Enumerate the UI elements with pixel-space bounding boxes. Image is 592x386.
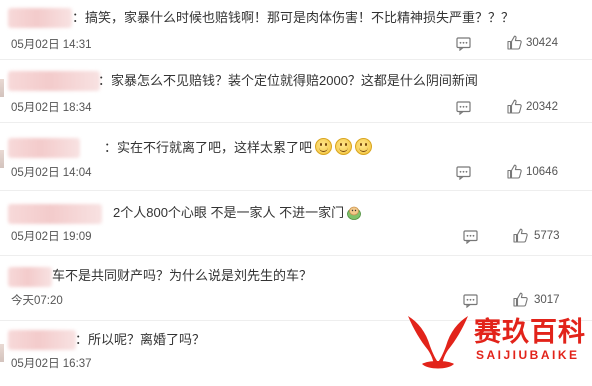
comment-text: ：所以呢？离婚了吗？ — [75, 332, 206, 347]
comment-item: ：家暴怎么不见赔钱？装个定位就得赔2000？这都是什么阴间新闻 05月02日 1… — [0, 65, 592, 125]
comment-bubble-icon[interactable] — [456, 101, 471, 115]
blurred-username[interactable] — [8, 204, 102, 224]
comment-time: 05月02日 16:37 — [11, 358, 92, 370]
comment-bubble-icon[interactable] — [456, 166, 471, 180]
comment-time: 05月02日 18:34 — [11, 102, 92, 114]
thumbs-up-icon[interactable] — [507, 164, 522, 179]
comment-time: 05月02日 14:04 — [11, 167, 92, 179]
blurred-username[interactable] — [8, 267, 52, 287]
like-count: 20342 — [526, 101, 558, 113]
pig-emoji-icon — [347, 206, 362, 220]
smile-emoji-icon — [355, 138, 373, 155]
comment-time: 05月02日 19:09 — [11, 231, 92, 243]
blurred-username[interactable] — [8, 71, 100, 91]
whale-tail-logo-icon — [408, 316, 468, 369]
comment-bubble-icon[interactable] — [456, 37, 471, 51]
comment-item: ：搞笑，家暴什么时候也赔钱啊！那可是肉体伤害！不比精神损失严重？？？ 05月02… — [0, 0, 592, 60]
comment-text: ：搞笑，家暴什么时候也赔钱啊！那可是肉体伤害！不比精神损失严重？？？ — [72, 10, 515, 25]
divider — [0, 255, 592, 256]
thumbs-up-icon[interactable] — [507, 99, 522, 114]
comment-text-content: ：实在不行就离了吧，这样太累了吧 — [104, 140, 313, 155]
comment-text-content: 2个人800个心眼 不是一家人 不进一家门 — [113, 205, 345, 220]
avatar[interactable] — [0, 344, 4, 362]
comment-text: ：实在不行就离了吧，这样太累了吧 — [104, 138, 373, 157]
comment-time: 05月02日 14:31 — [11, 39, 92, 51]
comment-text: 2个人800个心眼 不是一家人 不进一家门 — [113, 204, 362, 222]
smile-emoji-icon — [315, 138, 333, 155]
avatar[interactable] — [0, 79, 4, 97]
like-count: 30424 — [526, 37, 558, 49]
like-count: 5773 — [534, 230, 560, 242]
thumbs-up-icon[interactable] — [513, 228, 528, 243]
thumbs-up-icon[interactable] — [507, 35, 522, 50]
watermark-logo: 赛玖百科 SAIJIUBAIKE — [402, 298, 592, 379]
like-count: 10646 — [526, 166, 558, 178]
comment-text: 车不是共同财产吗？为什么说是刘先生的车？ — [52, 268, 313, 283]
watermark-subtitle: SAIJIUBAIKE — [476, 348, 580, 362]
blurred-username[interactable] — [8, 138, 80, 158]
blurred-username[interactable] — [8, 8, 72, 28]
blurred-username[interactable] — [8, 330, 76, 350]
comment-bubble-icon[interactable] — [463, 230, 478, 244]
avatar[interactable] — [0, 150, 4, 168]
divider — [0, 59, 592, 60]
divider — [0, 122, 592, 123]
comment-time: 今天07:20 — [11, 295, 63, 307]
comment-item: ：实在不行就离了吧，这样太累了吧 05月02日 14:04 10646 — [0, 130, 592, 191]
comment-item: 2个人800个心眼 不是一家人 不进一家门 05月02日 19:09 5773 — [0, 196, 592, 256]
comment-text: ：家暴怎么不见赔钱？装个定位就得赔2000？这都是什么阴间新闻 — [98, 73, 478, 88]
watermark-title: 赛玖百科 — [474, 317, 586, 348]
divider — [0, 190, 592, 191]
smile-emoji-icon — [335, 138, 353, 155]
